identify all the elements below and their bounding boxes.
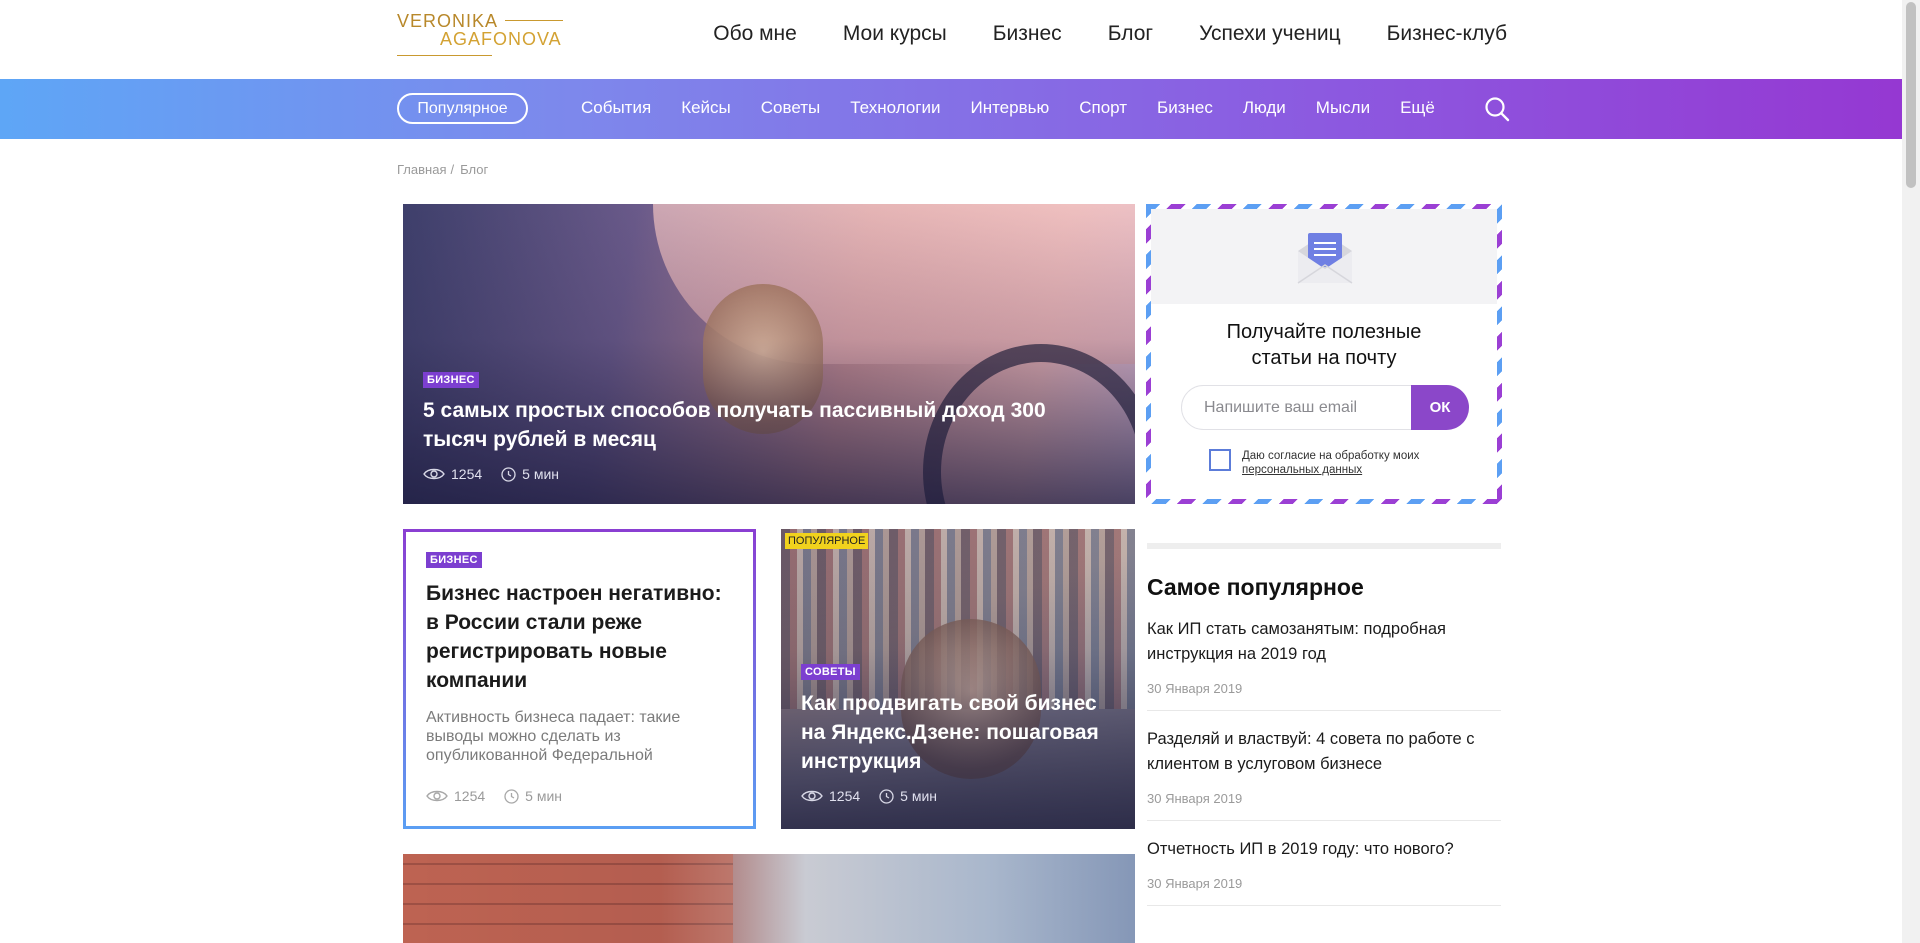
hero-image-overlay (403, 204, 1135, 504)
nav-courses[interactable]: Мои курсы (843, 22, 947, 46)
popular-item-date: 30 Января 2019 (1147, 681, 1243, 696)
card1-meta: 1254 5 мин (426, 788, 574, 804)
eye-icon (801, 790, 823, 802)
popular-divider (1147, 543, 1501, 549)
nav-success[interactable]: Успехи учениц (1199, 22, 1341, 46)
popular-sidebar: Самое популярное Как ИП стать самозаняты… (1147, 543, 1501, 906)
search-icon[interactable] (1484, 96, 1510, 122)
hero-article[interactable]: БИЗНЕС 5 самых простых способов получать… (403, 204, 1135, 504)
card2-views: 1254 (829, 788, 861, 804)
top-header: VERONIKA AGAFONOVA Обо мне Мои курсы Биз… (0, 0, 1902, 79)
subscribe-heading: Получайте полезные статьи на почту (1151, 319, 1497, 371)
category-list: События Кейсы Советы Технологии Интервью… (581, 98, 1435, 118)
consent-label: Даю согласие на обработку моих (1242, 450, 1420, 462)
eye-icon (426, 790, 448, 802)
clock-icon (879, 788, 894, 804)
scrollbar-thumb[interactable] (1906, 2, 1916, 188)
subscribe-heading-line-2: статьи на почту (1251, 347, 1397, 369)
popular-item-date: 30 Января 2019 (1147, 876, 1243, 891)
article-card-business[interactable]: БИЗНЕС Бизнес настроен негативно: в Росс… (403, 529, 756, 829)
article-card-tips[interactable]: ПОПУЛЯРНОЕ СОВЕТЫ Как продвигать свой би… (781, 529, 1135, 829)
eye-icon (423, 468, 445, 480)
popular-item-title[interactable]: Как ИП стать самозанятым: подробная инст… (1147, 617, 1501, 667)
card1-views: 1254 (454, 788, 486, 804)
popular-item-title[interactable]: Разделяй и властвуй: 4 совета по работе … (1147, 727, 1501, 777)
popular-item[interactable]: Как ИП стать самозанятым: подробная инст… (1147, 601, 1501, 711)
hero-title[interactable]: 5 самых простых способов получать пассив… (423, 396, 1103, 454)
main-nav: Обо мне Мои курсы Бизнес Блог Успехи уче… (713, 22, 1507, 46)
clock-icon (504, 788, 519, 804)
hero-meta: 1254 5 мин (423, 466, 571, 482)
popular-item[interactable]: Разделяй и властвуй: 4 совета по работе … (1147, 711, 1501, 821)
logo-line-2: AGAFONOVA (440, 29, 562, 49)
popular-item[interactable]: Отчетность ИП в 2019 году: что нового? 3… (1147, 821, 1501, 906)
category-cases[interactable]: Кейсы (681, 98, 731, 118)
card2-meta: 1254 5 мин (801, 788, 949, 804)
category-sport[interactable]: Спорт (1079, 98, 1127, 118)
category-tips[interactable]: Советы (761, 98, 820, 118)
subscribe-heading-line-1: Получайте полезные (1226, 321, 1422, 343)
hero-read-time: 5 мин (522, 466, 560, 482)
breadcrumb-separator: / (450, 162, 455, 177)
card2-read-time: 5 мин (900, 788, 938, 804)
breadcrumb: Главная / Блог (397, 162, 488, 177)
hero-category-tag[interactable]: БИЗНЕС (423, 372, 479, 388)
hero-views: 1254 (451, 466, 483, 482)
consent-checkbox[interactable] (1209, 449, 1231, 471)
popular-heading: Самое популярное (1147, 574, 1364, 600)
card1-category-tag[interactable]: БИЗНЕС (426, 552, 482, 568)
card2-category-tag[interactable]: СОВЕТЫ (801, 664, 860, 680)
category-bar: Популярное События Кейсы Советы Технолог… (0, 79, 1902, 139)
popular-item-title[interactable]: Отчетность ИП в 2019 году: что нового? (1147, 837, 1501, 862)
email-input[interactable] (1202, 398, 1386, 418)
category-events[interactable]: События (581, 98, 651, 118)
nav-business-club[interactable]: Бизнес-клуб (1387, 22, 1507, 46)
consent-link[interactable]: персональных данных (1242, 464, 1362, 476)
category-tech[interactable]: Технологии (850, 98, 940, 118)
nav-about[interactable]: Обо мне (713, 22, 797, 46)
article-card-bottom-image[interactable] (403, 854, 1135, 943)
popular-badge: ПОПУЛЯРНОЕ (785, 533, 869, 549)
category-business[interactable]: Бизнес (1157, 98, 1213, 118)
category-interview[interactable]: Интервью (970, 98, 1049, 118)
card1-title[interactable]: Бизнес настроен негативно: в России стал… (426, 579, 736, 695)
site-logo[interactable]: VERONIKA AGAFONOVA (397, 11, 567, 57)
bottom-image-bricks (403, 854, 733, 943)
nav-blog[interactable]: Блог (1108, 22, 1153, 46)
card1-read-time: 5 мин (525, 788, 563, 804)
email-form: ОК (1181, 385, 1469, 430)
card2-title[interactable]: Как продвигать свой бизнес на Яндекс.Дзе… (801, 689, 1101, 776)
card1-lead: Активность бизнеса падает: такие выводы … (426, 709, 681, 764)
consent-text: Даю согласие на обработку моих персональ… (1242, 449, 1442, 477)
clock-icon (501, 466, 516, 482)
envelope-icon (1297, 233, 1353, 284)
nav-business[interactable]: Бизнес (993, 22, 1062, 46)
logo-rule-top (505, 20, 563, 21)
category-thoughts[interactable]: Мысли (1316, 98, 1370, 118)
subscribe-inner: Получайте полезные статьи на почту ОК Да… (1151, 209, 1497, 499)
logo-rule-bottom (397, 55, 492, 56)
subscribe-ok-button[interactable]: ОК (1411, 385, 1469, 430)
popular-item-date: 30 Января 2019 (1147, 791, 1243, 806)
category-more[interactable]: Ещё (1400, 98, 1435, 118)
category-popular-pill[interactable]: Популярное (397, 93, 528, 124)
breadcrumb-home[interactable]: Главная (397, 162, 446, 177)
page-scrollbar[interactable] (1902, 0, 1920, 943)
category-people[interactable]: Люди (1243, 98, 1286, 118)
subscribe-widget: Получайте полезные статьи на почту ОК Да… (1146, 204, 1502, 504)
breadcrumb-current: Блог (460, 162, 489, 177)
